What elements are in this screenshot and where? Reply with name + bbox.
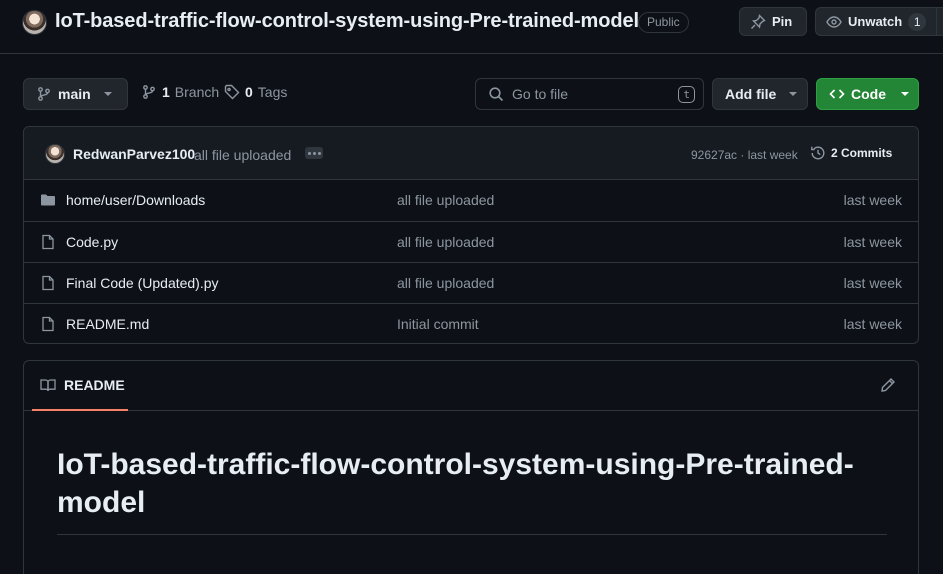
table-row[interactable]: Code.py all file uploaded last week xyxy=(24,221,918,262)
commit-message[interactable]: all file uploaded xyxy=(194,147,291,163)
file-commit-time: last week xyxy=(843,234,902,250)
pin-button[interactable]: Pin xyxy=(739,7,807,36)
repo-header: IoT-based-traffic-flow-control-system-us… xyxy=(0,0,943,54)
commit-hash-time[interactable]: 92627ac · last week xyxy=(691,148,798,162)
commits-link[interactable]: 2 Commits xyxy=(810,145,892,161)
watchers-count: 1 xyxy=(908,12,927,31)
commit-author[interactable]: RedwanParvez100 xyxy=(73,146,195,162)
pin-label: Pin xyxy=(772,14,793,29)
add-file-button[interactable]: Add file xyxy=(712,78,808,110)
branch-icon xyxy=(141,84,157,100)
table-row[interactable]: README.md Initial commit last week xyxy=(24,303,918,343)
table-row[interactable]: Final Code (Updated).py all file uploade… xyxy=(24,262,918,303)
folder-icon xyxy=(40,192,56,208)
file-commit-message[interactable]: all file uploaded xyxy=(397,192,494,208)
file-commit-message[interactable]: all file uploaded xyxy=(397,234,494,250)
branch-name: main xyxy=(58,86,91,102)
search-shortcut-key: t xyxy=(678,85,695,103)
caret-down-icon xyxy=(788,89,798,99)
repo-title[interactable]: IoT-based-traffic-flow-control-system-us… xyxy=(55,10,639,33)
branches-count: 1 xyxy=(162,84,170,100)
tag-icon xyxy=(224,84,240,100)
file-commit-message[interactable]: all file uploaded xyxy=(397,275,494,291)
tab-readme[interactable]: README xyxy=(32,361,128,411)
file-icon xyxy=(40,234,56,250)
readme-header: README xyxy=(24,361,918,411)
go-to-file-input[interactable] xyxy=(512,86,671,102)
unwatch-button[interactable]: Unwatch 1 xyxy=(815,7,943,36)
tags-link[interactable]: 0 Tags xyxy=(224,84,287,100)
unwatch-label: Unwatch xyxy=(848,14,903,29)
search-icon xyxy=(488,86,504,102)
file-name[interactable]: README.md xyxy=(66,316,149,332)
file-browser: RedwanParvez100 all file uploaded 92627a… xyxy=(23,126,919,344)
caret-down-icon xyxy=(103,89,113,99)
visibility-badge: Public xyxy=(638,12,689,33)
history-icon xyxy=(810,145,826,161)
file-commit-message[interactable]: Initial commit xyxy=(397,316,479,332)
pin-icon xyxy=(750,13,766,30)
file-commit-time: last week xyxy=(843,316,902,332)
latest-commit-bar: RedwanParvez100 all file uploaded 92627a… xyxy=(24,127,918,180)
tags-count: 0 xyxy=(245,84,253,100)
file-name[interactable]: Code.py xyxy=(66,234,118,250)
file-name[interactable]: Final Code (Updated).py xyxy=(66,275,219,291)
file-icon xyxy=(40,275,56,291)
expand-commit-button[interactable] xyxy=(305,147,323,159)
caret-down-icon xyxy=(900,89,910,99)
book-icon xyxy=(40,377,56,393)
tags-label: Tags xyxy=(257,84,288,100)
add-file-label: Add file xyxy=(725,86,777,102)
pencil-icon[interactable] xyxy=(880,377,896,393)
branch-selector[interactable]: main xyxy=(23,78,128,110)
file-commit-time: last week xyxy=(843,275,902,291)
file-name[interactable]: home/user/Downloads xyxy=(66,192,205,208)
avatar[interactable] xyxy=(45,144,65,164)
go-to-file-search[interactable]: t xyxy=(475,78,704,110)
code-icon xyxy=(829,86,845,102)
readme-panel: README IoT-based-traffic-flow-control-sy… xyxy=(23,360,919,574)
owner-avatar[interactable] xyxy=(22,10,47,35)
branch-icon xyxy=(36,86,52,102)
table-row[interactable]: home/user/Downloads all file uploaded la… xyxy=(24,180,918,221)
readme-tab-label: README xyxy=(64,377,125,393)
eye-icon xyxy=(826,14,842,30)
code-label: Code xyxy=(851,86,886,102)
commits-label: 2 Commits xyxy=(831,146,893,160)
file-commit-time: last week xyxy=(843,192,902,208)
code-button[interactable]: Code xyxy=(816,78,919,110)
readme-heading: IoT-based-traffic-flow-control-system-us… xyxy=(57,446,887,535)
caret-down-icon[interactable] xyxy=(936,8,943,35)
file-icon xyxy=(40,316,56,332)
branches-label: Branch xyxy=(174,84,220,100)
branches-link[interactable]: 1 Branch xyxy=(141,84,219,100)
